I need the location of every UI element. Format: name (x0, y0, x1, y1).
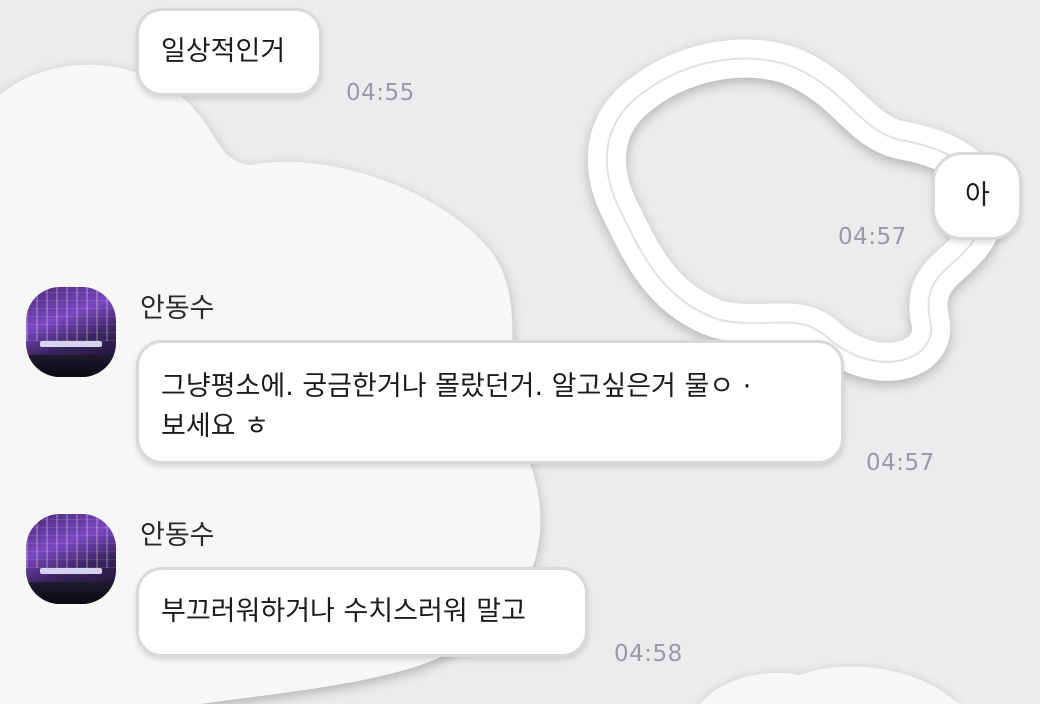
message-timestamp: 04:55 (346, 80, 415, 106)
message-timestamp: 04:57 (866, 450, 935, 476)
message-bubble[interactable]: 그냥평소에. 궁금한거나 몰랐던거. 알고싶은거 물ㅇ · 보세요 ㅎ (136, 340, 844, 464)
sender-name: 안동수 (140, 293, 215, 324)
sender-name: 안동수 (140, 520, 215, 551)
message-text: 부끄러워하거나 수치스러워 말고 (161, 596, 526, 627)
message-bubble[interactable]: 아 (932, 152, 1022, 240)
message-text-line: 보세요 ㅎ (161, 411, 269, 442)
message-bubble[interactable]: 일상적인거 (136, 8, 322, 96)
message-text-line: 그냥평소에. 궁금한거나 몰랐던거. 알고싶은거 물ㅇ · (161, 371, 752, 402)
avatar[interactable] (26, 287, 116, 377)
avatar[interactable] (26, 514, 116, 604)
cloud-shape-bottom (700, 666, 960, 704)
message-timestamp: 04:58 (614, 641, 683, 667)
message-timestamp: 04:57 (838, 224, 907, 250)
message-text: 아 (965, 180, 990, 211)
message-bubble[interactable]: 부끄러워하거나 수치스러워 말고 (136, 567, 588, 657)
message-text: 일상적인거 (161, 36, 286, 67)
